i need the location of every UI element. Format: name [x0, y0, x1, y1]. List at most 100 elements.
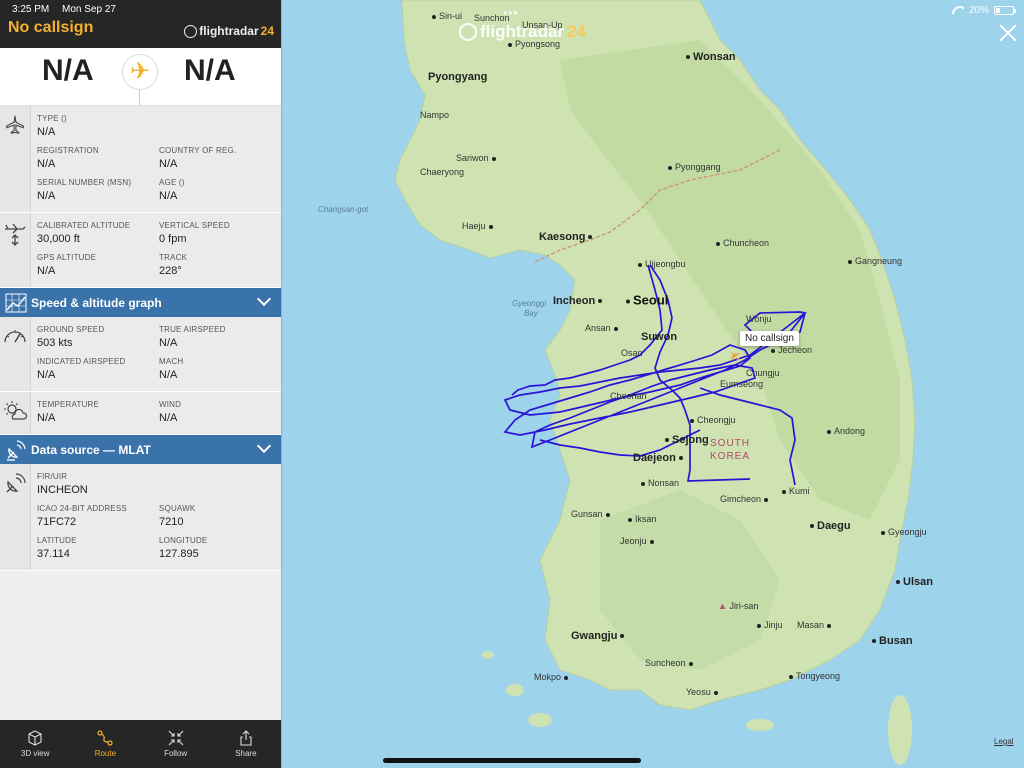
age-field: AGE () N/A [159, 178, 185, 202]
registration-field: REGISTRATION N/A [37, 146, 99, 170]
latitude-field: LATITUDE 37.114 [37, 536, 77, 560]
tab-3d-view[interactable]: 3D view [0, 720, 70, 768]
wind-field: WIND N/A [159, 400, 182, 424]
city-cheongju: Cheongju [690, 415, 736, 425]
track-field: TRACK 228° [159, 253, 188, 277]
city-suwon: Suwon [641, 331, 678, 343]
city-ulsan: Ulsan [896, 576, 933, 588]
tab-label: 3D view [20, 749, 50, 758]
city-sejong: Sejong [665, 434, 709, 446]
city-eumseong: Eumseong [720, 379, 764, 389]
callsign-title: No callsign [8, 19, 94, 36]
city-gyeongju: Gyeongju [881, 527, 927, 537]
city-sinuiju: Sin-ui [432, 11, 462, 21]
city-suncheon: Suncheon [645, 658, 696, 668]
city-masan: Masan [797, 620, 834, 630]
tab-share[interactable]: Share [211, 720, 281, 768]
city-tongyeong: Tongyeong [789, 671, 840, 681]
indicated-airspeed-field: INDICATED AIRSPEED N/A [37, 357, 126, 381]
route-icon [97, 730, 113, 746]
calibrated-altitude-field: CALIBRATED ALTITUDE 30,000 ft [37, 221, 131, 245]
legal-link[interactable]: Legal [994, 737, 1014, 746]
city-daegu: Daegu [810, 520, 851, 532]
icao-address-field: ICAO 24-BIT ADDRESS 71FC72 [37, 504, 127, 528]
city-cheonan: Cheonan [610, 391, 647, 401]
city-uijeongbu: Uijeongbu [638, 259, 686, 269]
source-section: FIR/UIR INCHEON ICAO 24-BIT ADDRESS 71FC72… [0, 464, 281, 571]
origin-airport[interactable]: N/A [42, 54, 94, 88]
battery-percent: 20% [968, 4, 989, 16]
country-field: COUNTRY OF REG. N/A [159, 146, 237, 170]
cube-icon [27, 730, 43, 746]
close-button[interactable] [997, 22, 1019, 44]
city-jinju: Jinju [757, 620, 783, 630]
city-iksan: Iksan [628, 514, 657, 524]
status-bar-left: 3:25 PM Mon Sep 27 [12, 4, 126, 15]
destination-airport[interactable]: N/A [184, 54, 236, 88]
graph-icon [0, 293, 31, 313]
city-chaeryong: Chaeryong [420, 167, 465, 177]
logo-number: 24 [260, 24, 274, 38]
city-jecheon: Jecheon [771, 345, 812, 355]
home-indicator[interactable] [383, 758, 641, 763]
city-daejeon: Daejeon [633, 452, 686, 464]
speedometer-icon [0, 317, 31, 391]
city-andong: Andong [827, 426, 865, 436]
country-label-line2: KOREA [710, 451, 751, 462]
city-seoul: Seoul [626, 293, 668, 308]
island-west2 [528, 713, 552, 727]
bottom-tab-bar: 3D view Route Follow Share [0, 720, 281, 768]
mach-field: MACH N/A [159, 357, 184, 381]
aircraft-section: TYPE () N/A REGISTRATION N/A COUNTRY OF RE… [0, 106, 281, 213]
status-bar-right: 20% [952, 3, 1016, 17]
msn-field: SERIAL NUMBER (MSN) N/A [37, 178, 132, 202]
multitask-dots-icon[interactable]: ••• [503, 6, 519, 20]
city-sariwon: Sariwon [456, 153, 499, 163]
route-row: N/A ✈ N/A [0, 48, 281, 106]
speed-altitude-graph-toggle[interactable]: Speed & altitude graph [0, 288, 281, 317]
flightradar-logo-panel: flightradar 24 [184, 24, 274, 38]
country-label: SOUTH KOREA [710, 437, 750, 463]
speed-fields: GROUND SPEED 503 kts TRUE AIRSPEED N/A IND… [31, 317, 281, 391]
tab-label: Share [235, 749, 257, 758]
route-divider [139, 88, 140, 106]
flight-info-panel: 3:25 PM Mon Sep 27 No callsign flightrad… [0, 0, 282, 768]
altitude-fields: CALIBRATED ALTITUDE 30,000 ft VERTICAL SP… [31, 213, 281, 287]
panel-header: 3:25 PM Mon Sep 27 No callsign flightrad… [0, 0, 281, 48]
radar-dish-icon [0, 464, 31, 570]
city-gwangju: Gwangju [571, 630, 627, 642]
tab-label: Route [94, 749, 117, 758]
city-gangneung: Gangneung [848, 256, 902, 266]
follow-icon [168, 730, 184, 746]
country-label-line1: SOUTH [710, 438, 750, 449]
city-haeju: Haeju [462, 221, 496, 231]
weather-section: TEMPERATURE N/A WIND N/A [0, 392, 281, 435]
data-source-toggle[interactable]: Data source — MLAT [0, 435, 281, 464]
graph-bar-label: Speed & altitude graph [31, 295, 162, 310]
vertical-speed-field: VERTICAL SPEED 0 fpm [159, 221, 230, 245]
plane-tooltip[interactable]: No callsign [740, 331, 799, 346]
status-time: 3:25 PM [12, 4, 50, 15]
city-chuncheon: Chuncheon [716, 238, 769, 248]
logo-number: 24 [567, 22, 586, 41]
airplane-icon [0, 106, 31, 212]
city-pyonggang: Pyonggang [668, 162, 721, 172]
city-busan: Busan [872, 635, 913, 647]
tab-route[interactable]: Route [70, 720, 140, 768]
status-date: Mon Sep 27 [62, 4, 116, 15]
satellite-dish-icon [0, 439, 31, 461]
chevron-down-icon [256, 438, 272, 454]
ground-speed-field: GROUND SPEED 503 kts [37, 325, 105, 349]
city-yeosu: Yeosu [686, 687, 721, 697]
city-nampo: Nampo [420, 110, 450, 120]
flightradar-app: Changsan-got Gyeonggi Bay SOUTH KOREA Si… [0, 0, 1024, 768]
true-airspeed-field: TRUE AIRSPEED N/A [159, 325, 226, 349]
city-incheon: Incheon [553, 295, 605, 307]
panel-empty-area [0, 571, 281, 720]
share-icon [238, 730, 254, 746]
tab-follow[interactable]: Follow [141, 720, 211, 768]
city-pyongyang: Pyongyang [428, 71, 488, 83]
city-kumi: Kumi [782, 486, 810, 496]
battery-icon [994, 5, 1016, 15]
city-gimcheon: Gimcheon [720, 494, 771, 504]
